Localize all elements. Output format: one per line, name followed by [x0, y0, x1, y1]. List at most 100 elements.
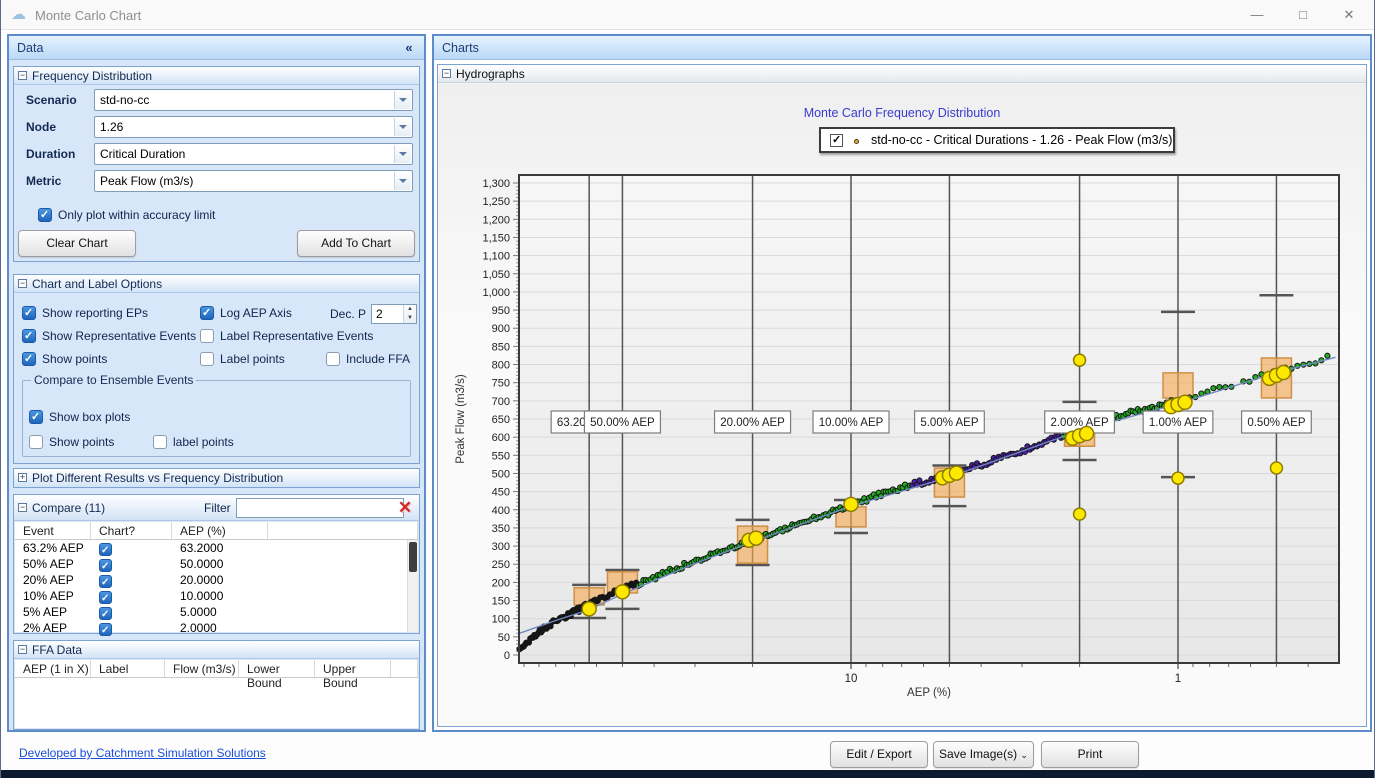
chevron-down-icon[interactable] — [394, 91, 411, 109]
chart-cell: ✓ — [91, 540, 172, 556]
clear-filter-icon[interactable]: ✕ — [393, 497, 417, 519]
row-chart-checkbox[interactable]: ✓ — [99, 559, 112, 572]
aep-cell: 2.0000 — [172, 620, 268, 636]
save-images-button[interactable]: Save Image(s) ⌄ — [933, 741, 1034, 768]
ffa-column-aep[interactable]: AEP (1 in X) — [15, 660, 91, 677]
table-row[interactable]: 5% AEP✓5.0000 — [15, 604, 418, 620]
log-aep-axis-checkbox[interactable]: ✓ — [200, 306, 214, 320]
chevron-down-icon[interactable] — [394, 145, 411, 163]
label-representative-events-checkbox[interactable] — [200, 329, 214, 343]
chevron-down-icon[interactable] — [394, 118, 411, 136]
blank-cell — [268, 604, 418, 620]
aep-cell: 63.2000 — [172, 540, 268, 556]
table-row[interactable]: 2% AEP✓2.0000 — [15, 620, 418, 636]
collapse-icon[interactable]: − — [18, 71, 27, 80]
ffa-column-upper[interactable]: Upper Bound — [315, 660, 391, 677]
table-row[interactable]: 20% AEP✓20.0000 — [15, 572, 418, 588]
ffa-column-lower[interactable]: Lower Bound — [239, 660, 315, 677]
row-chart-checkbox[interactable]: ✓ — [99, 591, 112, 604]
label-points-checkbox[interactable] — [200, 352, 214, 366]
frequency-chart-canvas[interactable]: 0501001502002503003504004505005506006507… — [438, 84, 1366, 732]
svg-text:250: 250 — [492, 559, 510, 571]
maximize-button[interactable]: □ — [1280, 0, 1326, 30]
ffa-column-label[interactable]: Label — [91, 660, 165, 677]
column-header-chart[interactable]: Chart? — [91, 522, 172, 539]
compare-table-header: Event Chart? AEP (%) — [15, 522, 418, 540]
compare-table-body: 63.2% AEP✓63.200050% AEP✓50.000020% AEP✓… — [15, 540, 418, 636]
chevron-down-icon: ⌄ — [1020, 750, 1028, 760]
ffa-data-header[interactable]: −FFA Data — [14, 641, 419, 659]
row-chart-checkbox[interactable]: ✓ — [99, 575, 112, 588]
compare-title: Compare (11) — [32, 501, 105, 515]
row-chart-checkbox[interactable]: ✓ — [99, 607, 112, 620]
node-value: 1.26 — [100, 120, 123, 134]
chart-cell: ✓ — [91, 588, 172, 604]
chevron-down-icon[interactable] — [394, 172, 411, 190]
event-cell: 5% AEP — [15, 604, 91, 620]
scenario-select[interactable]: std-no-cc — [94, 89, 413, 111]
credit-link[interactable]: Developed by Catchment Simulation Soluti… — [19, 746, 266, 760]
column-header-aep[interactable]: AEP (%) — [172, 522, 268, 539]
ffa-data-group: −FFA Data AEP (1 in X) Label Flow (m3/s)… — [13, 640, 420, 730]
duration-select[interactable]: Critical Duration — [94, 143, 413, 165]
table-row[interactable]: 63.2% AEP✓63.2000 — [15, 540, 418, 556]
data-panel-title: Data — [17, 41, 43, 55]
clear-chart-button[interactable]: Clear Chart — [18, 230, 136, 257]
dec-p-spinner[interactable]: 2 ▲▼ — [371, 304, 417, 324]
compare-scrollbar[interactable] — [407, 540, 418, 632]
ffa-column-flow[interactable]: Flow (m3/s) — [165, 660, 239, 677]
scrollbar-thumb[interactable] — [409, 542, 417, 572]
spinner-arrows-icon[interactable]: ▲▼ — [403, 305, 416, 323]
svg-text:5.00% AEP: 5.00% AEP — [920, 417, 979, 429]
show-points-checkbox[interactable]: ✓ — [22, 352, 36, 366]
collapse-icon[interactable]: − — [442, 69, 451, 78]
legend-checkbox[interactable]: ✓ — [830, 134, 843, 147]
plot-different-results-header[interactable]: +Plot Different Results vs Frequency Dis… — [13, 468, 420, 488]
ensemble-show-points-checkbox[interactable] — [29, 435, 43, 449]
close-button[interactable]: ✕ — [1326, 0, 1372, 30]
chart-label-options-header[interactable]: −Chart and Label Options — [14, 275, 419, 293]
charts-panel-title: Charts — [442, 41, 479, 55]
collapse-icon[interactable]: − — [18, 503, 27, 512]
table-row[interactable]: 50% AEP✓50.0000 — [15, 556, 418, 572]
event-cell: 20% AEP — [15, 572, 91, 588]
metric-select[interactable]: Peak Flow (m3/s) — [94, 170, 413, 192]
show-representative-events-checkbox[interactable]: ✓ — [22, 329, 36, 343]
minimize-button[interactable]: — — [1234, 0, 1280, 30]
row-chart-checkbox[interactable]: ✓ — [99, 543, 112, 556]
expand-icon[interactable]: + — [18, 473, 27, 482]
collapse-icon[interactable]: − — [18, 279, 27, 288]
filter-input[interactable] — [236, 498, 404, 518]
add-to-chart-button[interactable]: Add To Chart — [297, 230, 415, 257]
include-ffa-checkbox[interactable] — [326, 352, 340, 366]
table-row[interactable]: 10% AEP ✓ 10.0000 — [15, 588, 418, 604]
node-select[interactable]: 1.26 — [94, 116, 413, 138]
check-icon: ✓ — [202, 306, 211, 319]
series-marker-icon — [854, 139, 859, 144]
print-button[interactable]: Print — [1041, 741, 1139, 768]
show-reporting-eps-label: Show reporting EPs — [42, 306, 148, 320]
collapse-panel-icon[interactable]: « — [400, 36, 418, 60]
check-icon: ✓ — [24, 352, 33, 365]
svg-text:1,250: 1,250 — [482, 196, 510, 208]
accuracy-limit-checkbox[interactable]: ✓ — [38, 208, 52, 222]
show-box-plots-checkbox[interactable]: ✓ — [29, 410, 43, 424]
blank-cell — [268, 556, 418, 572]
row-chart-checkbox[interactable]: ✓ — [99, 623, 112, 636]
show-reporting-eps-checkbox[interactable]: ✓ — [22, 306, 36, 320]
frequency-distribution-header[interactable]: −Frequency Distribution — [14, 67, 419, 85]
chart-area: Monte Carlo Frequency Distribution ✓ std… — [438, 84, 1366, 726]
edit-export-button[interactable]: Edit / Export — [830, 741, 928, 768]
event-cell: 10% AEP — [15, 588, 91, 604]
ensemble-label-points-checkbox[interactable] — [153, 435, 167, 449]
column-header-event[interactable]: Event — [15, 522, 91, 539]
blank-cell — [268, 620, 418, 636]
metric-value: Peak Flow (m3/s) — [100, 174, 193, 188]
hydrographs-header[interactable]: −Hydrographs — [438, 65, 1366, 83]
aep-cell: 10.0000 — [172, 588, 268, 604]
compare-header[interactable]: −Compare (11) Filter ✕ — [14, 495, 419, 521]
check-icon: ✓ — [31, 410, 40, 423]
collapse-icon[interactable]: − — [18, 645, 27, 654]
scenario-label: Scenario — [26, 89, 77, 111]
chart-cell: ✓ — [91, 604, 172, 620]
